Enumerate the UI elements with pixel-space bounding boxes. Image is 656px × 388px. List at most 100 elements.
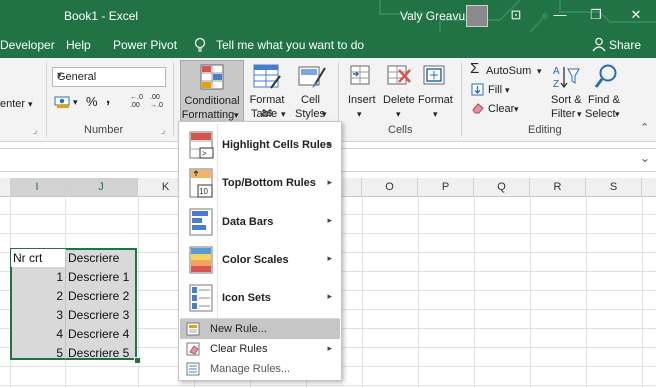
chevron-down-icon[interactable]: ▾ [73,96,78,109]
percent-style-button[interactable]: % [86,95,98,108]
chevron-down-icon[interactable]: ▾ [281,108,286,121]
column-header-p[interactable]: P [418,178,474,196]
insert-cells-icon[interactable] [349,64,373,88]
chevron-down-icon[interactable]: ▾ [433,108,438,121]
tab-help[interactable]: Help [66,38,91,52]
sort-filter-icon[interactable]: A Z [552,63,580,91]
chevron-down-icon[interactable]: ▾ [514,103,519,116]
autosum-button[interactable]: AutoSum [486,65,531,78]
table-cell[interactable]: 2 [13,287,63,305]
table-cell[interactable]: Descriere 2 [68,287,136,305]
delete-button[interactable]: Delete [383,94,415,107]
column-header-o[interactable]: O [362,178,418,196]
menu-item-data-bars[interactable]: Data Bars ▸ [180,202,340,240]
cell-styles-label[interactable]: Cell [301,94,320,107]
editing-group-label: Editing [528,124,562,136]
cells-group-label: Cells [388,124,413,136]
menu-item-label: Icon Sets [222,292,271,304]
comma-style-button[interactable]: , [106,91,110,106]
menu-item-icon-sets[interactable]: Icon Sets ▸ [180,278,340,318]
fill-button[interactable]: Fill [488,84,502,97]
table-cell[interactable]: 1 [13,268,63,286]
clear-button[interactable]: Clear [488,103,514,116]
tab-developer[interactable]: Developer [0,38,55,52]
chevron-down-icon[interactable]: ▾ [577,108,582,121]
delete-cells-icon[interactable] [386,64,412,88]
number-format-dropdown[interactable]: General ▾ [52,67,166,87]
insert-button[interactable]: Insert [348,94,376,107]
cell-styles-icon[interactable] [298,64,326,90]
svg-text:>: > [202,149,207,158]
column-header-q[interactable]: Q [474,178,530,196]
table-cell[interactable]: 4 [13,325,63,343]
minimize-button[interactable]: — [550,6,570,24]
data-bars-icon [189,208,213,236]
format-as-table-icon[interactable] [253,64,281,90]
collapse-ribbon-icon[interactable]: ⌃ [640,122,649,135]
chevron-down-icon[interactable]: ▾ [537,65,542,78]
find-magnifier-icon[interactable] [593,63,619,91]
chevron-down-icon[interactable]: ▾ [615,108,620,121]
table-cell[interactable]: Descriere 1 [68,268,136,286]
gridline [586,196,587,388]
cell-styles-label[interactable]: Styles [295,108,325,121]
menu-item-label: Highlight Cells Rules [222,139,333,151]
menu-item-clear-rules[interactable]: Clear Rules ▸ [180,339,340,359]
column-header-j[interactable]: J [65,178,138,196]
manage-rules-icon [186,362,200,376]
menu-item-new-rule[interactable]: New Rule... [180,319,340,339]
new-rule-icon [186,322,200,336]
color-scales-icon [189,246,213,274]
table-cell[interactable]: 3 [13,306,63,324]
share-button[interactable]: Share [609,38,641,52]
menu-item-top-bottom-rules[interactable]: 10 Top/Bottom Rules ▸ [180,164,340,202]
center-button[interactable]: enter [0,98,25,111]
table-cell[interactable]: 5 [13,344,63,362]
alignment-dialog-launcher-icon[interactable]: ⌟ [33,124,37,137]
format-cells-icon[interactable] [422,64,448,88]
conditional-formatting-button[interactable]: Conditional Formatting ▾ [180,60,244,126]
menu-item-highlight-cells-rules[interactable]: > Highlight Cells Rules ▸ [180,126,340,164]
chevron-down-icon[interactable]: ▾ [505,84,510,97]
increase-decimal-button[interactable]: ←.0 .00 [130,94,143,110]
sort-filter-label[interactable]: Sort & [551,94,582,107]
tell-me-search[interactable]: Tell me what you want to do [216,38,364,52]
gridline [418,196,419,388]
restore-button[interactable]: ❐ [586,6,606,24]
chevron-down-icon[interactable]: ▾ [322,108,327,121]
avatar[interactable] [466,5,488,27]
chevron-down-icon[interactable]: ▾ [28,98,33,111]
expand-formula-bar-icon[interactable]: ⌄ [640,151,650,165]
table-cell[interactable]: Descriere 4 [68,325,136,343]
column-header-r[interactable]: R [530,178,586,196]
accounting-format-icon[interactable] [54,94,72,110]
table-header-cell[interactable]: Nr crt [13,249,63,267]
format-as-table-label[interactable]: Table [251,108,277,121]
gridline [362,196,363,388]
find-select-label[interactable]: Find & [588,94,620,107]
format-button[interactable]: Format [418,94,453,107]
chevron-down-icon[interactable]: ▾ [357,108,362,121]
decrease-decimal-button[interactable]: .00 →.0 [150,94,163,110]
sort-filter-label[interactable]: Filter [551,108,575,121]
eraser-icon[interactable] [471,102,485,114]
tab-power-pivot[interactable]: Power Pivot [113,38,177,52]
close-button[interactable]: ✕ [626,6,646,24]
menu-item-color-scales[interactable]: Color Scales ▸ [180,240,340,278]
menu-item-manage-rules[interactable]: Manage Rules... [180,359,340,379]
autosum-icon[interactable]: Σ [470,61,479,76]
number-group-label: Number [84,124,124,136]
table-cell[interactable]: Descriere 5 [68,344,136,362]
column-header-s[interactable]: S [586,178,642,196]
column-header-i[interactable]: I [10,178,65,196]
submenu-arrow-icon: ▸ [327,253,332,263]
fill-down-icon[interactable] [471,83,484,96]
ribbon-display-options-button[interactable]: ⊡ [506,6,526,24]
gridline [642,196,643,388]
table-header-cell[interactable]: Descriere [68,249,136,267]
user-name[interactable]: Valy Greavu [400,9,465,23]
table-cell[interactable]: Descriere 3 [68,306,136,324]
chevron-down-icon[interactable]: ▾ [396,108,401,121]
number-dialog-launcher-icon[interactable]: ⌟ [161,124,165,137]
find-select-label[interactable]: Select [585,108,616,121]
